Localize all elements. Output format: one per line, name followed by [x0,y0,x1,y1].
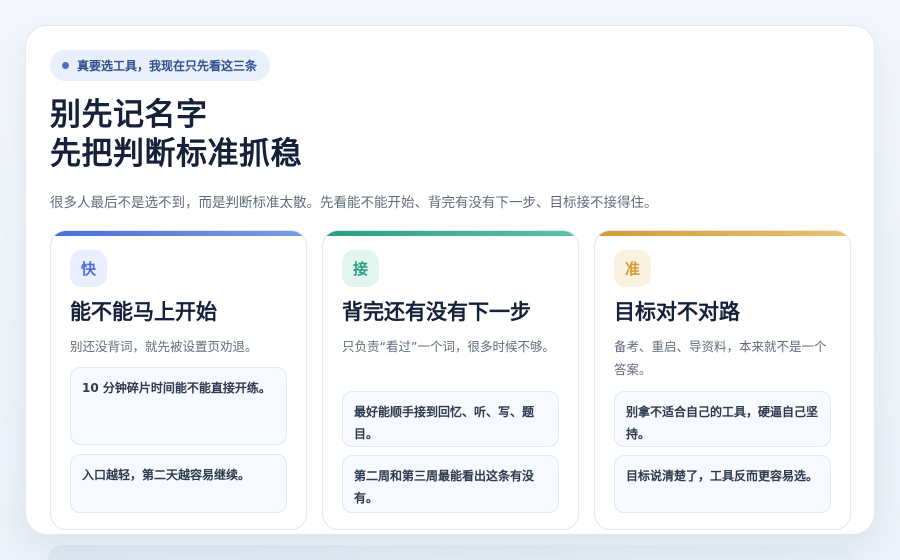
header-pill: 真要选工具，我现在只先看这三条 [50,50,271,81]
card-accent-bar [595,231,850,236]
criteria-card-next-step: 接 背完还有没有下一步 只负责“看过”一个词，很多时候不够。 最好能顺手接到回忆… [322,230,579,530]
criteria-card-quick-start: 快 能不能马上开始 别还没背词，就先被设置页劝退。 10 分钟碎片时间能不能直接… [50,230,307,530]
pill-text: 真要选工具，我现在只先看这三条 [77,59,258,73]
card-accent-bar [51,231,306,236]
card-badge: 准 [614,250,651,287]
card-title: 目标对不对路 [614,300,740,324]
card-note: 第二周和第三周最能看出这条有没有。 [342,455,559,513]
card-note: 目标说清楚了，工具反而更容易选。 [614,455,831,513]
card-title: 背完还有没有下一步 [342,300,531,324]
card-description: 只负责“看过”一个词，很多时候不够。 [342,339,555,354]
card-accent-bar [323,231,578,236]
pill-dot-icon [62,62,69,69]
criteria-cards: 快 能不能马上开始 别还没背词，就先被设置页劝退。 10 分钟碎片时间能不能直接… [50,230,852,530]
card-description: 备考、重启、导资料，本来就不是一个答案。 [614,339,827,377]
card-note: 10 分钟碎片时间能不能直接开练。 [70,367,287,445]
card-note: 别拿不适合自己的工具，硬逼自己坚持。 [614,391,831,447]
card-note: 最好能顺手接到回忆、听、写、题目。 [342,391,559,447]
title-line-1: 别先记名字 [50,97,208,133]
title-line-2: 先把判断标准抓稳 [50,136,302,172]
criteria-card-goal-fit: 准 目标对不对路 备考、重启、导资料，本来就不是一个答案。 别拿不适合自己的工具… [594,230,851,530]
criteria-panel: 真要选工具，我现在只先看这三条 别先记名字 先把判断标准抓稳 很多人最后不是选不… [25,25,875,535]
page-subtitle: 很多人最后不是选不到，而是判断标准太散。先看能不能开始、背完有没有下一步、目标接… [50,195,658,211]
card-badge: 快 [70,250,107,287]
card-title: 能不能马上开始 [70,300,217,324]
page-background: 真要选工具，我现在只先看这三条 别先记名字 先把判断标准抓稳 很多人最后不是选不… [0,0,900,560]
card-description: 别还没背词，就先被设置页劝退。 [70,339,258,354]
next-panel-edge [48,545,852,560]
card-badge: 接 [342,250,379,287]
page-title: 别先记名字 先把判断标准抓稳 [50,96,302,174]
card-note: 入口越轻，第二天越容易继续。 [70,454,287,513]
